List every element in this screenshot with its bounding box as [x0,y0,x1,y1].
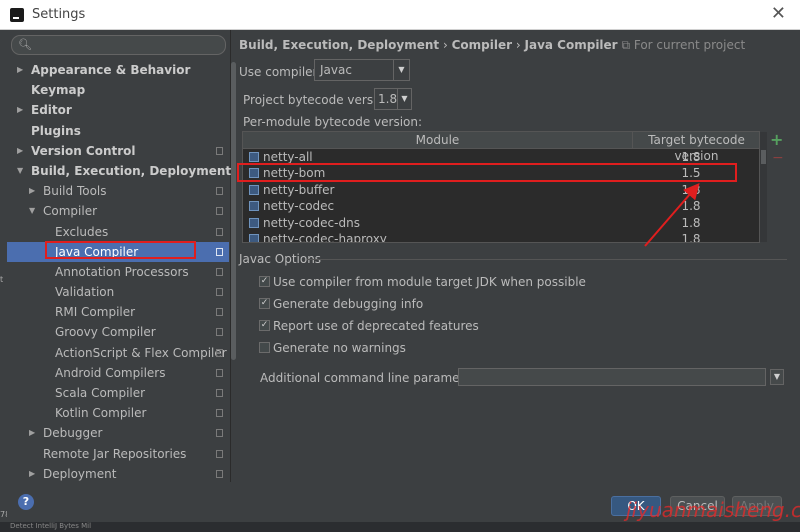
annotation-arrow [644,182,700,247]
watermark: jiyuanmaisheng.cn [626,498,800,522]
